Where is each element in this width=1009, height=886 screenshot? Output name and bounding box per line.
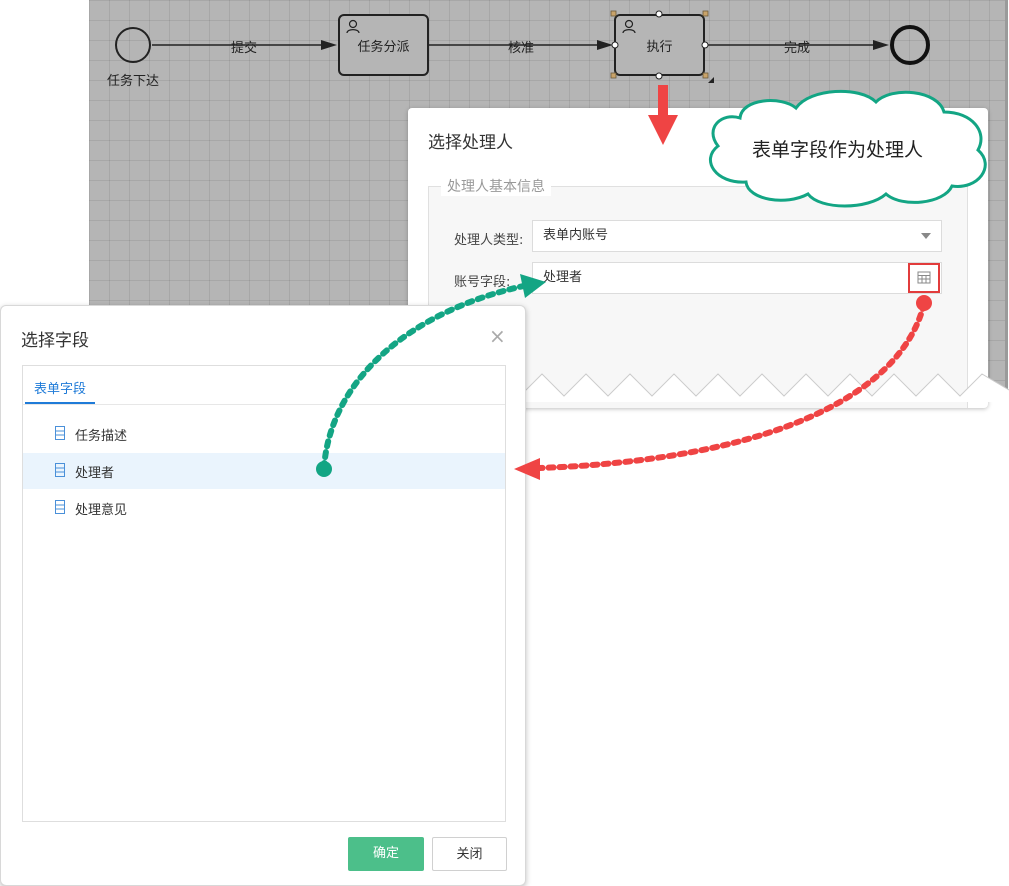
callout-text: 表单字段作为处理人 [752, 139, 924, 161]
table-icon [917, 271, 931, 284]
close-icon[interactable]: × [489, 324, 506, 348]
field-tree-panel: 表单字段 任务描述 处理者 处理意见 [22, 365, 506, 822]
tree-item-handler[interactable]: 处理者 [23, 453, 505, 489]
handler-type-label: 处理人类型: [454, 233, 524, 248]
select-field-dialog: 选择字段 × 表单字段 任务描述 处理者 处理意见 确定 关闭 [0, 305, 526, 886]
edge-label-complete: 完成 [784, 41, 811, 56]
handler-type-select[interactable]: 表单内账号 [532, 220, 942, 252]
field-icon [55, 463, 65, 477]
field-icon [55, 426, 65, 440]
end-event[interactable] [890, 25, 930, 65]
tree-item-label: 任务描述 [75, 429, 128, 444]
tree-item-handling-opinion[interactable]: 处理意见 [23, 490, 505, 526]
account-field-value: 处理者 [543, 270, 583, 285]
tree-item-task-description[interactable]: 任务描述 [23, 416, 505, 452]
tree-item-label: 处理者 [75, 466, 115, 481]
fieldset-legend: 处理人基本信息 [441, 176, 551, 196]
account-field-label: 账号字段: [454, 275, 511, 290]
close-button[interactable]: 关闭 [432, 837, 507, 871]
dialog-title: 选择字段 [21, 331, 89, 351]
chevron-down-icon [921, 233, 931, 239]
tab-divider [23, 404, 505, 405]
tree-item-label: 处理意见 [75, 503, 128, 518]
confirm-button[interactable]: 确定 [348, 837, 424, 871]
table-picker-button[interactable] [908, 263, 940, 293]
handler-type-value: 表单内账号 [543, 228, 609, 243]
handler-panel-title: 选择处理人 [428, 133, 513, 153]
torn-edge-decoration [520, 373, 1009, 402]
tab-form-fields[interactable]: 表单字段 [25, 378, 95, 404]
field-icon [55, 500, 65, 514]
account-field-input[interactable]: 处理者 [532, 262, 942, 294]
